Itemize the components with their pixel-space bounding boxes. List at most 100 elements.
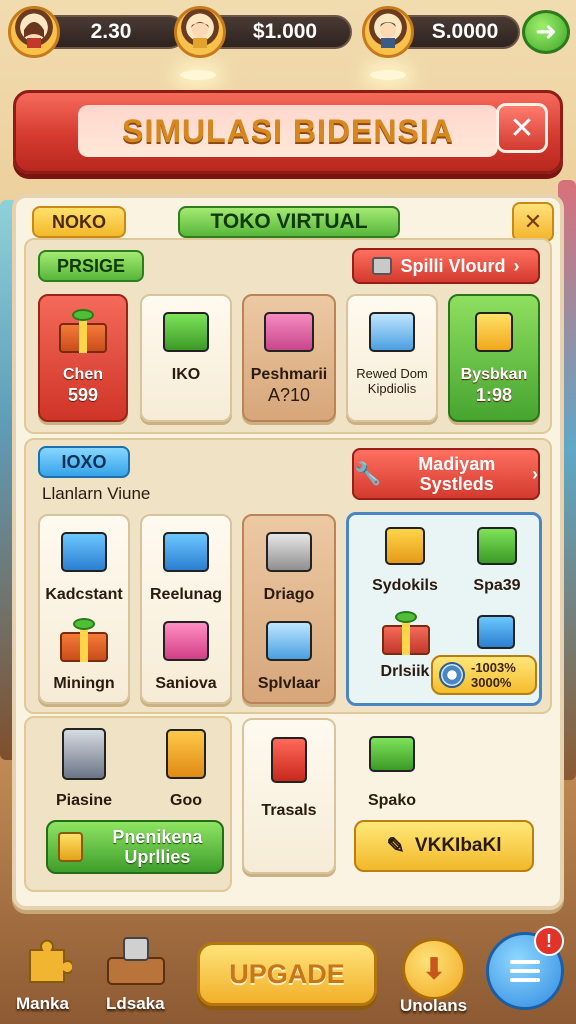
gift-box-icon — [55, 306, 111, 358]
stat-line-1: -1003% — [471, 660, 516, 675]
stat-1-value: 2.30 — [90, 20, 132, 43]
top-stats-bar: 2.30 $1.000 S.0000 ➜ — [6, 6, 570, 58]
panel-close-button[interactable]: ✕ — [512, 202, 554, 242]
player-avatar-3[interactable] — [362, 6, 414, 58]
bottom-label-3[interactable]: Unolans — [400, 996, 467, 1016]
product-card-iko[interactable]: IKO — [140, 294, 232, 422]
product-piasine[interactable]: Piasine — [38, 726, 130, 810]
info-item-name: Spa39 — [473, 577, 521, 594]
yellow-action-button[interactable]: ✎ VKKIbaKl — [354, 820, 534, 872]
close-button[interactable]: ✕ — [496, 103, 548, 153]
bus-icon — [261, 306, 317, 358]
gold-book-icon — [160, 726, 212, 782]
product-card-driago[interactable]: Driago Splvlaar — [242, 514, 336, 704]
perfume-bottle-icon — [466, 306, 522, 358]
close-icon: ✕ — [509, 110, 535, 146]
laptop-icon — [364, 306, 420, 358]
section-label: Llanlarn Viune — [42, 484, 151, 503]
product-card-reelunag[interactable]: Reelunag Saniova — [140, 514, 232, 704]
spill-button-label: Spilli Vlourd — [400, 255, 506, 276]
green-button-label: Pnenikena Uprllies — [112, 827, 203, 867]
upgrade-button[interactable]: UPGADE — [197, 942, 377, 1006]
businessman-avatar-icon — [380, 22, 396, 48]
stat-2-value: $1.000 — [252, 20, 318, 43]
blue-chest-icon — [158, 526, 214, 578]
gear-icon — [439, 662, 465, 688]
spill-button[interactable]: Spilli Vlourd › — [352, 248, 540, 284]
ceiling-light — [370, 70, 406, 80]
appliance-icon — [261, 526, 317, 578]
info-stat-pill: -1003% 3000% — [431, 655, 537, 695]
player-avatar-1[interactable] — [8, 6, 60, 58]
madiyam-button-label: Madiyam Systleds — [418, 454, 496, 494]
player-avatar-2[interactable] — [174, 6, 226, 58]
bottom-label-2[interactable]: Ldsaka — [106, 994, 165, 1014]
next-arrow-button[interactable]: ➜ — [522, 10, 570, 54]
madiyam-button[interactable]: 🔧 Madiyam Systleds › — [352, 448, 540, 500]
product-card-trasals[interactable]: Trasals — [242, 718, 336, 874]
download-button[interactable]: ⬇ — [402, 938, 466, 1000]
product-card-peshmarii[interactable]: Peshmarii A?10 — [242, 294, 336, 422]
arrow-down-icon: ⬇ — [421, 951, 447, 987]
card-name: Miningn — [53, 675, 115, 692]
blue-bin-icon — [477, 615, 517, 651]
ceiling-light — [180, 70, 216, 80]
pen-icon: ✎ — [386, 833, 405, 858]
man-avatar-icon — [191, 22, 209, 48]
bottom-label-1[interactable]: Manka — [16, 994, 69, 1014]
card-name: Peshmarii — [250, 366, 328, 383]
card-value: 1:98 — [475, 385, 513, 405]
green-cart-icon — [366, 726, 418, 782]
blue-box-icon — [56, 526, 112, 578]
gift-box-icon — [56, 615, 112, 667]
gift-box-icon — [382, 611, 430, 657]
product-card-kadcstant[interactable]: Kadcstant Miningn — [38, 514, 130, 704]
title-banner: SIMULASI BIDENSIA ✕ — [13, 90, 563, 174]
menu-icon — [510, 960, 540, 982]
card-name: IKO — [171, 366, 201, 383]
product-card-bysbkan[interactable]: Bysbkan 1:98 — [448, 294, 540, 422]
card-name: Trasals — [261, 802, 317, 819]
product-goo[interactable]: Goo — [140, 726, 232, 810]
card-value: A?10 — [267, 385, 311, 405]
chevron-right-icon: › — [513, 255, 520, 276]
card-name: Splvlaar — [257, 675, 321, 692]
atm-machine-icon — [58, 726, 110, 782]
product-name: Spako — [367, 792, 416, 809]
notification-badge: ! — [534, 926, 564, 956]
shopping-bag-icon — [58, 832, 83, 862]
ioxo-tag[interactable]: IOXO — [38, 446, 130, 478]
info-item-name: Drlsiik — [380, 663, 430, 680]
stat-line-2: 3000% — [471, 675, 512, 690]
info-item-spa39: Spa39 — [457, 523, 537, 595]
product-card-rewed[interactable]: Rewed Dom Kipdiolis — [346, 294, 438, 422]
pink-gift-icon — [158, 615, 214, 667]
yellow-button-label: VKKIbaKl — [414, 835, 502, 856]
prsige-tag[interactable]: PRSIGE — [38, 250, 144, 282]
card-name: Rewed Dom Kipdiolis — [356, 366, 428, 396]
card-name: Bysbkan — [460, 366, 528, 383]
product-name: Piasine — [55, 792, 113, 809]
card-name: Driago — [263, 586, 315, 603]
card-name: Reelunag — [149, 586, 222, 603]
info-card[interactable]: Sydokils Spa39 Drlsiik -1003% 3000% — [346, 512, 542, 706]
card-name: Saniova — [155, 675, 217, 692]
card-name: Chen — [63, 366, 103, 383]
stat-3-value: S.0000 — [431, 20, 499, 43]
noko-tag[interactable]: NOKO — [32, 206, 126, 238]
red-bottle-icon — [261, 734, 317, 786]
tools-icon: 🔧 — [354, 461, 382, 486]
upgrade-supplies-button[interactable]: Pnenikena Uprllies — [46, 820, 224, 874]
cube-icon — [372, 257, 393, 275]
product-card-chen[interactable]: Chen 599 — [38, 294, 128, 422]
chevron-right-icon: › — [532, 464, 538, 484]
close-icon: ✕ — [523, 209, 543, 235]
info-item-name: Sydokils — [372, 577, 438, 594]
woman-avatar-icon — [24, 22, 44, 48]
card-value: 599 — [67, 385, 99, 405]
tab-toko-virtual[interactable]: TOKO VIRTUAL — [178, 206, 400, 238]
card-name: Kadcstant — [45, 586, 123, 603]
puzzle-icon[interactable] — [22, 936, 75, 986]
product-spako[interactable]: Spako — [346, 726, 438, 810]
cash-register-icon[interactable] — [104, 934, 168, 988]
